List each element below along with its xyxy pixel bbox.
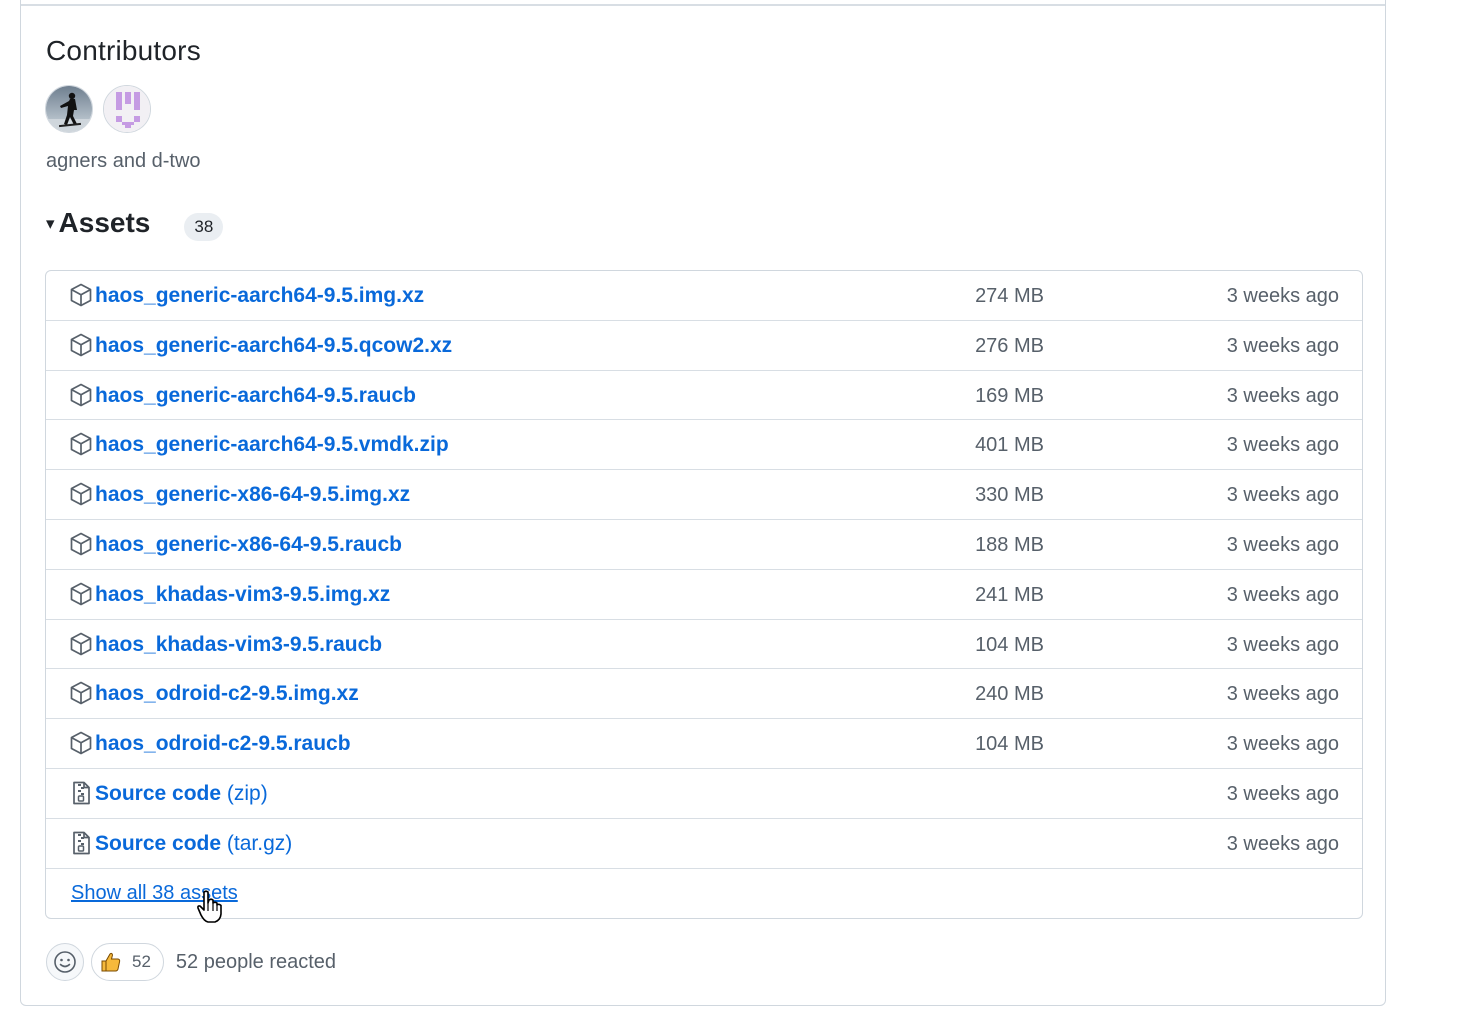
source-code-label: Source code [95, 831, 222, 855]
smiley-icon [54, 951, 76, 973]
asset-link[interactable]: haos_odroid-c2-9.5.raucb [95, 732, 351, 756]
asset-row: haos_khadas-vim3-9.5.raucb 104 MB 3 weeks … [46, 620, 1362, 670]
assets-toggle[interactable]: ▾ Assets 38 [46, 207, 224, 241]
source-code-ext: (tar.gz) [226, 831, 293, 855]
asset-date: 3 weeks ago [1226, 484, 1339, 507]
asset-size: 104 MB [975, 633, 1044, 656]
asset-row: haos_generic-aarch64-9.5.qcow2.xz 276 MB 3… [46, 321, 1362, 371]
asset-link[interactable]: haos_generic-aarch64-9.5.qcow2.xz [95, 334, 452, 358]
asset-link[interactable]: haos_generic-x86-64-9.5.img.xz [95, 483, 410, 507]
asset-row: haos_generic-x86-64-9.5.raucb 188 MB 3 wee… [46, 520, 1362, 570]
reactions-summary: 52 people reacted [175, 950, 337, 973]
asset-link[interactable]: haos_odroid-c2-9.5.img.xz [95, 682, 359, 706]
asset-date: 3 weeks ago [1226, 285, 1339, 307]
asset-date: 3 weeks ago [1226, 633, 1339, 656]
package-icon [70, 432, 92, 456]
package-icon [70, 482, 92, 506]
thumbs-up-icon [101, 952, 121, 972]
asset-date: 3 weeks ago [1226, 832, 1339, 855]
asset-link[interactable]: haos_generic-aarch64-9.5.vmdk.zip [95, 433, 449, 457]
asset-date: 3 weeks ago [1226, 583, 1339, 606]
package-icon [70, 283, 92, 307]
file-zip-icon [70, 831, 92, 855]
thumbs-up-count: 52 [132, 952, 151, 971]
asset-size: 401 MB [975, 434, 1044, 457]
asset-date: 3 weeks ago [1226, 533, 1339, 556]
contributor-names: agners and d-two [46, 150, 201, 172]
asset-row: haos_generic-aarch64-9.5.img.xz 274 MB 3 w… [46, 271, 1362, 321]
source-code-row: Source code (tar.gz) 3 weeks ago [46, 819, 1362, 869]
asset-date: 3 weeks ago [1226, 683, 1339, 706]
caret-down-icon: ▾ [46, 214, 55, 233]
asset-link[interactable]: haos_khadas-vim3-9.5.img.xz [95, 583, 390, 607]
source-code-ext: (zip) [226, 781, 268, 805]
source-code-label: Source code [95, 781, 222, 805]
asset-row: haos_generic-aarch64-9.5.raucb 169 MB 3 we… [46, 371, 1362, 421]
source-code-link[interactable]: Source code (zip) [95, 782, 268, 806]
asset-size: 104 MB [975, 733, 1044, 756]
asset-row: haos_khadas-vim3-9.5.img.xz 241 MB 3 weeks… [46, 570, 1362, 620]
asset-size: 169 MB [975, 384, 1044, 407]
asset-row: haos_generic-x86-64-9.5.img.xz 330 MB 3 we… [46, 470, 1362, 520]
assets-heading: Assets [58, 207, 151, 238]
asset-link[interactable]: haos_generic-aarch64-9.5.raucb [95, 384, 416, 408]
asset-size: 241 MB [975, 583, 1044, 606]
asset-date: 3 weeks ago [1226, 334, 1339, 357]
package-icon [70, 333, 92, 357]
asset-size: 276 MB [975, 334, 1044, 357]
reactions-bar: 52 52 people reacted [46, 943, 336, 981]
asset-row: haos_generic-aarch64-9.5.vmdk.zip 401 MB 3… [46, 420, 1362, 471]
asset-size: 188 MB [975, 533, 1044, 556]
avatar-d-two[interactable] [103, 85, 151, 133]
asset-size: 274 MB [975, 285, 1044, 307]
asset-date: 3 weeks ago [1226, 733, 1339, 756]
package-icon [70, 532, 92, 556]
package-icon [70, 731, 92, 755]
avatar-agners[interactable] [45, 85, 93, 133]
file-zip-icon [70, 781, 92, 805]
release-card: Contributors agners and d-two ▾ Assets 3… [20, 0, 1386, 1006]
divider [21, 4, 1385, 6]
assets-count-badge: 38 [184, 213, 224, 241]
package-icon [70, 383, 92, 407]
show-all-assets-link[interactable]: Show all 38 assets [71, 882, 238, 905]
package-icon [70, 681, 92, 705]
package-icon [70, 582, 92, 606]
assets-list: haos_generic-aarch64-9.5.img.xz 274 MB 3 w… [45, 270, 1363, 919]
asset-size: 330 MB [975, 484, 1044, 507]
asset-date: 3 weeks ago [1226, 782, 1339, 805]
contributors-heading: Contributors [46, 35, 201, 66]
asset-row: haos_odroid-c2-9.5.raucb 104 MB 3 weeks ag… [46, 719, 1362, 769]
package-icon [70, 632, 92, 656]
add-reaction-button[interactable] [46, 943, 84, 981]
asset-link[interactable]: haos_generic-x86-64-9.5.raucb [95, 533, 402, 557]
asset-size: 240 MB [975, 683, 1044, 706]
asset-link[interactable]: haos_khadas-vim3-9.5.raucb [95, 633, 382, 657]
asset-link[interactable]: haos_generic-aarch64-9.5.img.xz [95, 284, 424, 308]
source-code-link[interactable]: Source code (tar.gz) [95, 832, 292, 856]
contributor-avatars [45, 85, 151, 133]
asset-date: 3 weeks ago [1226, 384, 1339, 407]
asset-date: 3 weeks ago [1226, 434, 1339, 457]
asset-row: haos_odroid-c2-9.5.img.xz 240 MB 3 weeks a… [46, 669, 1362, 720]
source-code-row: Source code (zip) 3 weeks ago [46, 769, 1362, 819]
thumbs-up-reaction-button[interactable]: 52 [91, 943, 164, 981]
